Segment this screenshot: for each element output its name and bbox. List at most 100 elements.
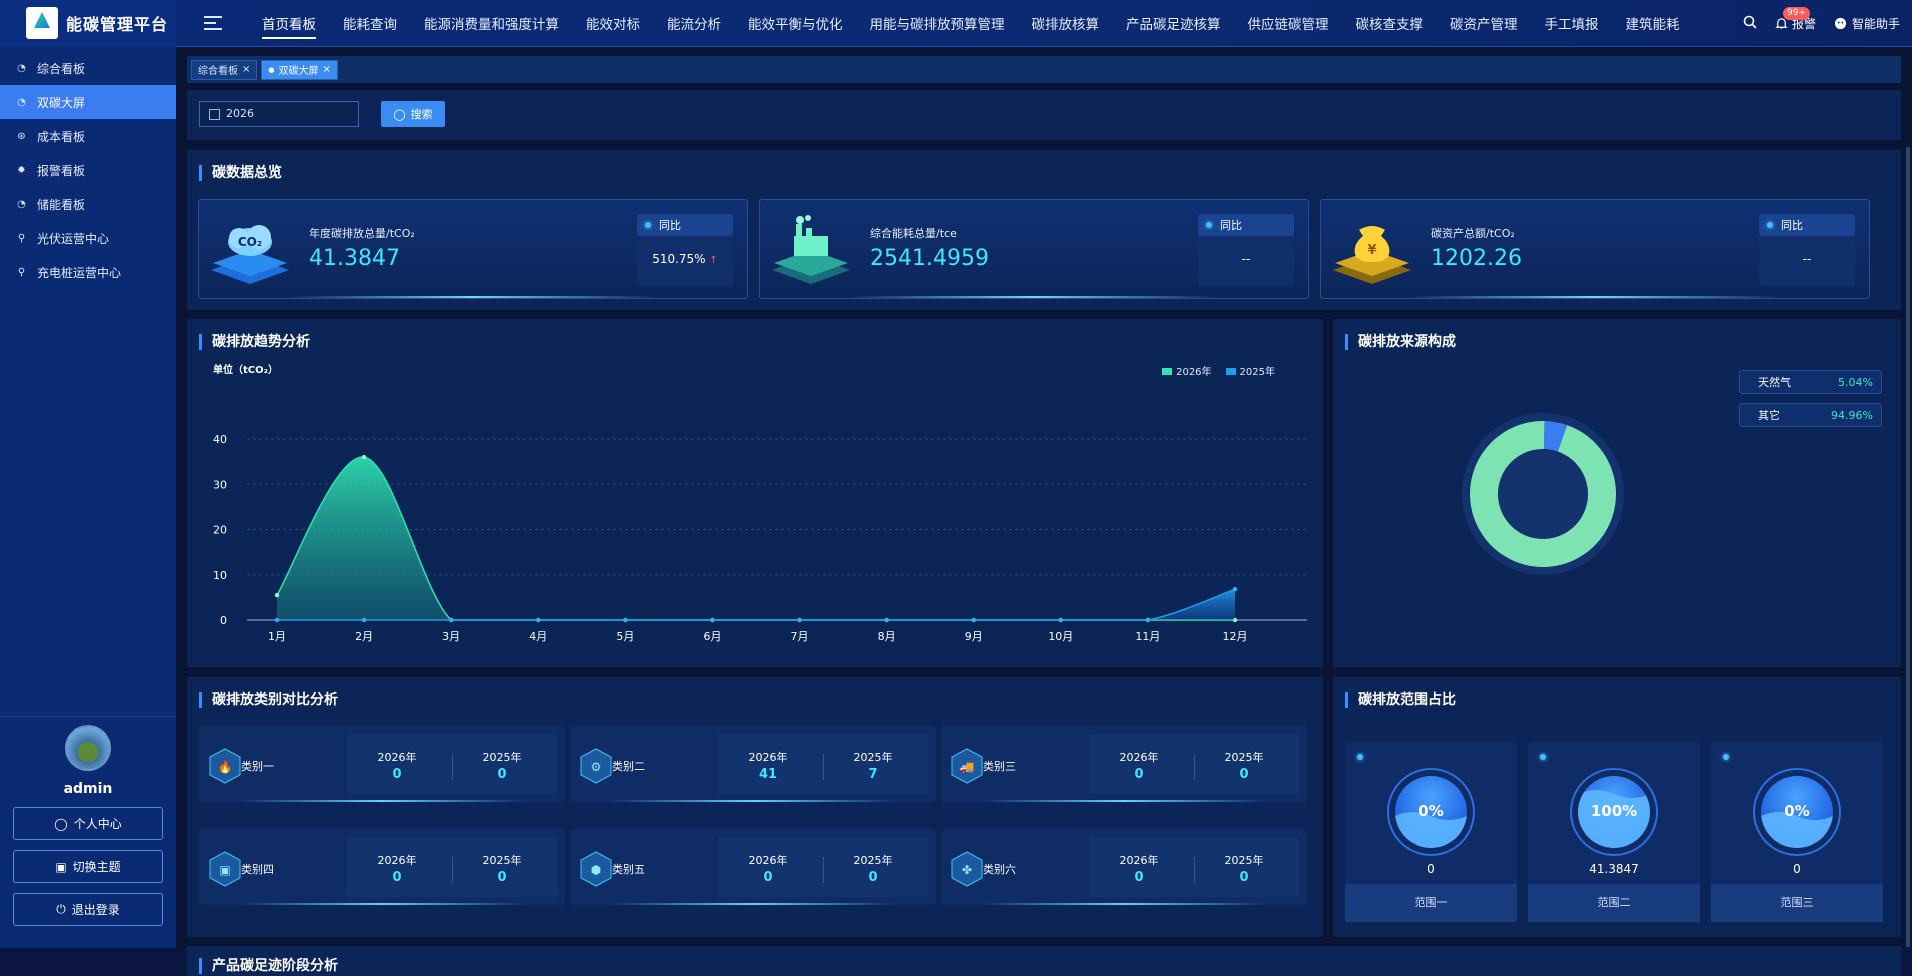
range-value: 0 xyxy=(1427,862,1435,876)
nav-item[interactable]: 产品碳足迹核算 xyxy=(1126,0,1221,47)
data-point xyxy=(274,617,280,623)
sidebar-item[interactable]: ◔ 综合看板 xyxy=(0,51,176,85)
sidebar-item[interactable]: ✹ 报警看板 xyxy=(0,153,176,187)
x-tick-label: 5月 xyxy=(616,630,634,643)
nav-item[interactable]: 能源消费量和强度计算 xyxy=(424,0,559,47)
value-2025: 2025年 0 xyxy=(482,751,522,782)
tab-dashboard[interactable]: 综合看板 × xyxy=(191,59,258,80)
category-values: 2026年 0 2025年 0 xyxy=(1089,734,1299,794)
sidebar-item-label: 成本看板 xyxy=(37,129,86,144)
value-2025: 2025年 0 xyxy=(482,854,522,885)
sidebar-item-label: 综合看板 xyxy=(37,61,86,76)
data-point xyxy=(448,617,454,623)
dashboard-icon: ◔ xyxy=(17,198,26,210)
data-point xyxy=(623,617,628,623)
yoy-value: 510.75% ↑ xyxy=(652,252,718,266)
notification-button[interactable]: 99+ 报警 xyxy=(1775,7,1816,32)
tab-carbon-screen[interactable]: ● 双碳大屏 × xyxy=(261,59,338,80)
data-point xyxy=(361,617,367,623)
x-tick-label: 11月 xyxy=(1135,630,1160,643)
money-bag-icon: ¥ xyxy=(1331,210,1413,290)
switch-theme-button[interactable]: ▣ 切换主题 xyxy=(13,850,163,883)
legend-label: 其它 xyxy=(1758,409,1780,422)
nav-item[interactable]: 碳排放核算 xyxy=(1032,0,1100,47)
x-tick-label: 6月 xyxy=(703,630,721,643)
range-card: 0% 0 范围三 xyxy=(1711,742,1883,922)
kpi-card: CO₂ 年度碳排放总量/tCO₂ 41.3847 同比 510.75% ↑ xyxy=(198,199,748,299)
dashboard-icon: ◔ xyxy=(17,96,26,108)
category-name: 类别三 xyxy=(983,760,1016,773)
sidebar-item[interactable]: ◔ 储能看板 xyxy=(0,187,176,221)
nav-item[interactable]: 能效平衡与优化 xyxy=(748,0,843,47)
person-icon: ⚲ xyxy=(17,266,26,278)
x-tick-label: 1月 xyxy=(268,630,286,643)
machine-icon: ⚙ xyxy=(580,748,612,784)
search-icon[interactable] xyxy=(1743,15,1757,32)
profile-button[interactable]: ◯ 个人中心 xyxy=(13,807,163,840)
profile-button-label: 个人中心 xyxy=(73,817,122,831)
close-icon[interactable]: × xyxy=(242,64,250,75)
nav-item[interactable]: 首页看板 xyxy=(262,0,316,47)
assistant-button[interactable]: 智能助手 xyxy=(1834,15,1900,32)
avatar[interactable] xyxy=(65,725,111,771)
x-tick-label: 10月 xyxy=(1048,630,1073,643)
sidebar-item[interactable]: ⚲ 充电桩运营中心 xyxy=(0,255,176,289)
kpi-value: 41.3847 xyxy=(309,246,400,271)
data-point xyxy=(710,617,715,623)
legend-value: 5.04% xyxy=(1838,375,1873,389)
search-button[interactable]: ◯ 搜索 xyxy=(381,101,445,127)
brand: 能碳管理平台 xyxy=(0,0,176,47)
trend-panel: 碳排放趋势分析 单位（tCO₂） 2026年 2025年 0 10 20 30 40 1月… xyxy=(187,319,1323,667)
scrollbar[interactable] xyxy=(1906,147,1910,947)
notification-badge: 99+ xyxy=(1782,7,1810,20)
nav-item[interactable]: 碳核查支撑 xyxy=(1356,0,1424,47)
kpi-label: 年度碳排放总量/tCO₂ xyxy=(309,227,415,240)
svg-text:⚙: ⚙ xyxy=(591,760,602,774)
nav-item[interactable]: 能效对标 xyxy=(586,0,640,47)
nav-item[interactable]: 碳资产管理 xyxy=(1450,0,1518,47)
dot-icon xyxy=(1767,222,1773,228)
clover-icon: ✤ xyxy=(951,851,983,887)
y-tick-label: 10 xyxy=(213,569,227,582)
nav-item[interactable]: 用能与碳排放预算管理 xyxy=(870,0,1005,47)
sidebar-item-label: 报警看板 xyxy=(37,163,86,178)
app-logo xyxy=(26,7,58,39)
data-point xyxy=(274,592,280,598)
kpi-yoy: 同比 -- xyxy=(1198,214,1294,286)
year-picker[interactable]: 2026 xyxy=(199,101,359,127)
data-point xyxy=(1232,587,1238,592)
close-icon[interactable]: × xyxy=(323,64,331,75)
svg-text:✤: ✤ xyxy=(962,863,972,877)
dot-icon xyxy=(1540,754,1546,760)
switch-theme-label: 切换主题 xyxy=(72,860,121,874)
yoy-label: 同比 xyxy=(1781,219,1803,232)
svg-text:CO₂: CO₂ xyxy=(238,235,262,249)
top-bar: 能碳管理平台 首页看板 能耗查询 能源消费量和强度计算 能效对标 能流分析 能效平衡与优化… xyxy=(0,0,1912,47)
kpi-label: 综合能耗总量/tce xyxy=(870,227,957,240)
legend-value: 94.96% xyxy=(1831,408,1873,422)
yoy-value: -- xyxy=(1802,252,1812,266)
liquid-gauge: 100% xyxy=(1570,768,1658,856)
dot-icon xyxy=(1723,754,1729,760)
nav-item[interactable]: 供应链碳管理 xyxy=(1248,0,1329,47)
main-nav: 首页看板 能耗查询 能源消费量和强度计算 能效对标 能流分析 能效平衡与优化 用能与碳排放预… xyxy=(262,0,1707,47)
sidebar-item-label: 充电桩运营中心 xyxy=(37,265,122,280)
kpi-yoy: 同比 510.75% ↑ xyxy=(637,214,733,286)
menu-toggle-icon[interactable] xyxy=(204,16,222,30)
nav-item[interactable]: 手工填报 xyxy=(1545,0,1599,47)
sidebar-item[interactable]: ⚲ 光伏运营中心 xyxy=(0,221,176,255)
bug-icon: ✹ xyxy=(17,164,26,176)
nav-item[interactable]: 能流分析 xyxy=(667,0,721,47)
cube-icon: ⬢ xyxy=(580,851,612,887)
trend-chart: 0 10 20 30 40 1月 2月 3月 4月 5月 6月 7月 8月 9月 10月 11月 12月 xyxy=(213,433,1307,643)
source-panel: 碳排放来源构成 天然气 5.04% 其它 94.96% xyxy=(1333,319,1901,667)
sidebar-item[interactable]: ⊛ 成本看板 xyxy=(0,119,176,153)
sidebar-item[interactable]: ◔ 双碳大屏 xyxy=(0,85,176,119)
source-legend-natural-gas: 天然气 5.04% xyxy=(1739,370,1882,394)
nav-item[interactable]: 能耗查询 xyxy=(343,0,397,47)
logout-button[interactable]: ⏻ 退出登录 xyxy=(13,893,163,926)
nav-item[interactable]: 建筑能耗 xyxy=(1626,0,1680,47)
y-tick-label: 30 xyxy=(213,478,227,491)
range-panel: 碳排放范围占比 0% 0 范围一 100% 41.3847 范围二 0% 0 范围三 xyxy=(1333,677,1901,937)
kpi-card: 综合能耗总量/tce 2541.4959 同比 -- xyxy=(759,199,1309,299)
